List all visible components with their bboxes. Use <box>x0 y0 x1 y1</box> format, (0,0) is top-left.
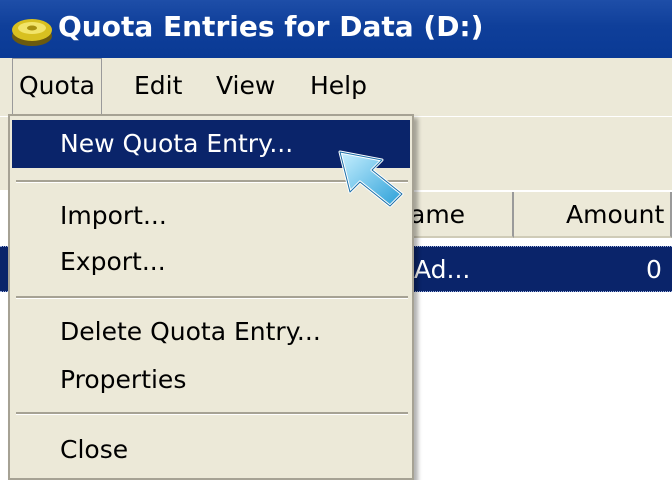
menu-item-properties[interactable]: Properties <box>12 356 410 404</box>
menu-quota[interactable]: Quota <box>12 58 102 115</box>
title-bar[interactable]: Quota Entries for Data (D:) <box>0 0 672 58</box>
disk-icon <box>12 19 52 46</box>
menu-separator <box>16 412 408 415</box>
menu-bar: Quota Edit View Help <box>0 58 672 116</box>
menu-item-export[interactable]: Export... <box>12 238 410 286</box>
arrow-cursor-icon <box>338 150 404 208</box>
menu-item-close[interactable]: Close <box>12 426 410 474</box>
window-title: Quota Entries for Data (D:) <box>58 10 484 43</box>
row-name: Ad... <box>414 255 471 284</box>
row-amount: 0 <box>646 255 662 284</box>
column-header-amount[interactable]: Amount <box>514 192 672 238</box>
menu-view[interactable]: View <box>210 58 281 114</box>
menu-separator <box>16 296 408 299</box>
menu-edit[interactable]: Edit <box>128 58 188 114</box>
menu-item-delete-quota-entry[interactable]: Delete Quota Entry... <box>12 308 410 356</box>
column-header-name[interactable]: ame <box>398 192 514 238</box>
menu-help[interactable]: Help <box>304 58 373 114</box>
